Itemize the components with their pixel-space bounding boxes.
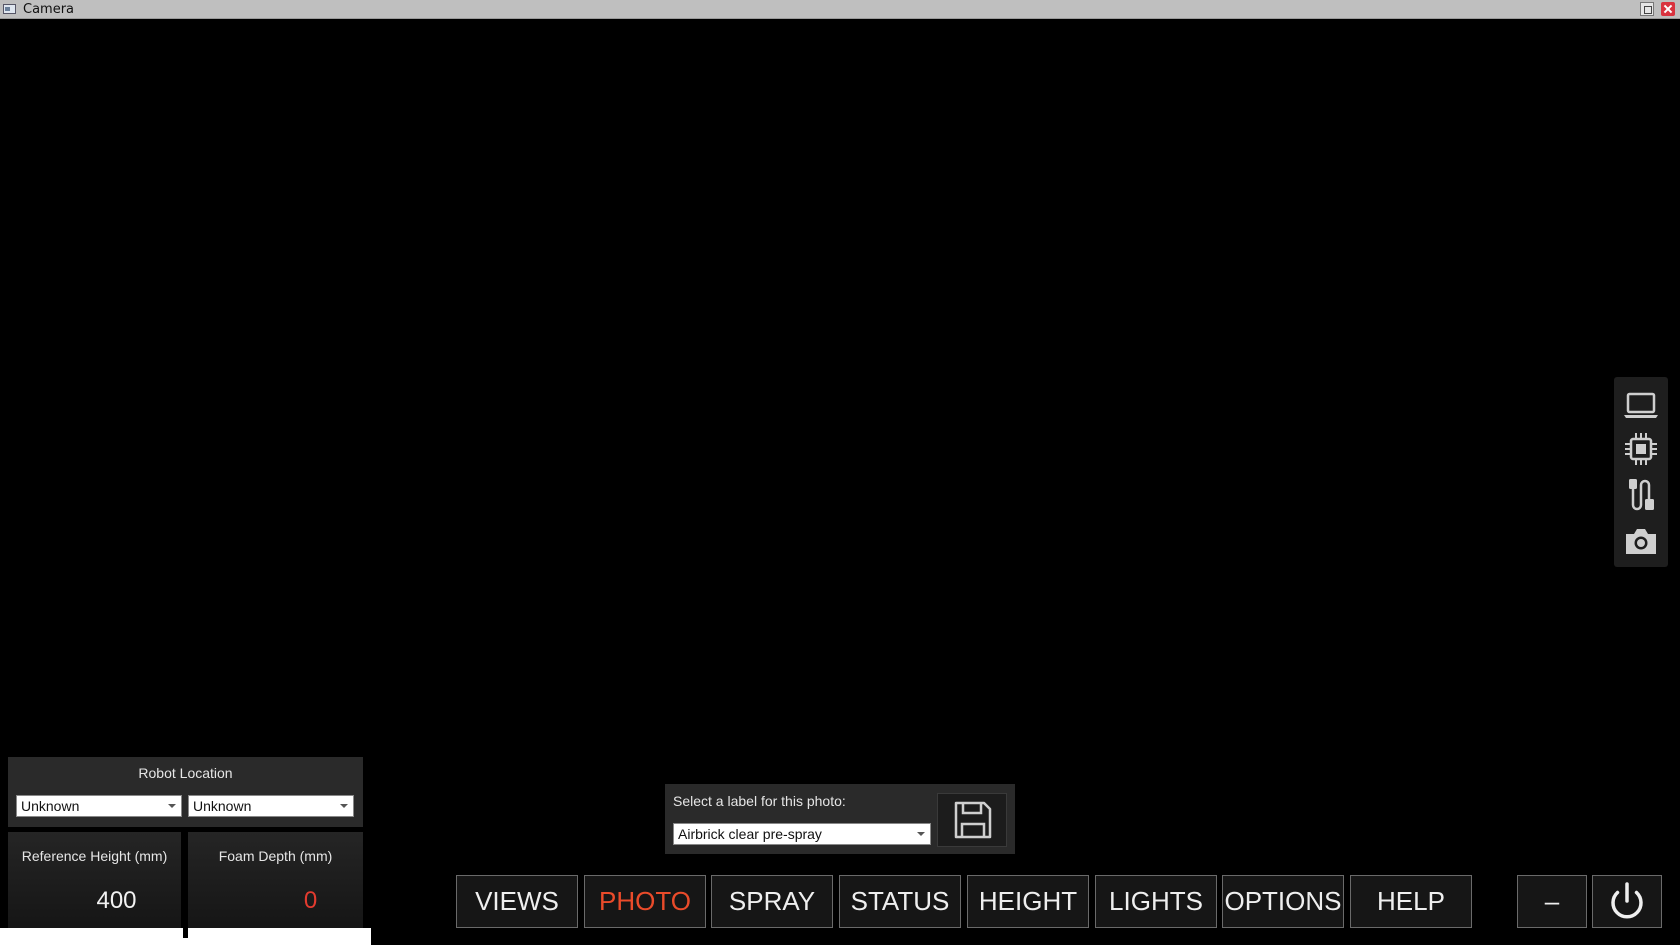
chevron-down-icon bbox=[917, 832, 925, 836]
robot-location-primary-select[interactable]: Unknown bbox=[16, 795, 182, 817]
robot-location-panel: Robot Location Unknown Unknown bbox=[8, 757, 363, 827]
title-bar: Camera bbox=[0, 0, 1680, 19]
reference-height-value: 400 bbox=[96, 887, 137, 914]
photo-label-select[interactable]: Airbrick clear pre-spray bbox=[673, 823, 931, 845]
nav-lights-button[interactable]: LIGHTS bbox=[1095, 875, 1217, 928]
chip-icon bbox=[1625, 433, 1657, 465]
nav-views-button[interactable]: VIEWS bbox=[456, 875, 578, 928]
nav-status-button[interactable]: STATUS bbox=[839, 875, 961, 928]
save-photo-button[interactable] bbox=[937, 793, 1007, 847]
nav-height-button[interactable]: HEIGHT bbox=[967, 875, 1089, 928]
chip-button[interactable] bbox=[1623, 431, 1659, 467]
cable-icon bbox=[1629, 479, 1654, 511]
robot-location-secondary-value: Unknown bbox=[193, 798, 252, 814]
nav-photo-button[interactable]: PHOTO bbox=[584, 875, 706, 928]
side-toolbar bbox=[1614, 377, 1668, 567]
camera-icon bbox=[1626, 529, 1656, 554]
power-icon bbox=[1611, 882, 1643, 919]
nav-spray-button[interactable]: SPRAY bbox=[711, 875, 833, 928]
app-icon bbox=[3, 4, 16, 14]
chevron-down-icon bbox=[340, 804, 348, 808]
robot-location-secondary-select[interactable]: Unknown bbox=[188, 795, 354, 817]
strip-divider bbox=[183, 928, 188, 938]
bottom-strip bbox=[0, 928, 371, 945]
reference-height-label: Reference Height (mm) bbox=[21, 848, 168, 864]
photo-label-selected: Airbrick clear pre-spray bbox=[678, 826, 822, 842]
laptop-button[interactable] bbox=[1623, 387, 1659, 423]
foam-depth-value: 0 bbox=[303, 887, 318, 914]
window-title: Camera bbox=[23, 2, 75, 17]
photo-label-prompt: Select a label for this photo: bbox=[673, 793, 846, 809]
close-button[interactable] bbox=[1661, 2, 1675, 16]
minimize-button[interactable]: – bbox=[1517, 875, 1587, 928]
robot-location-primary-value: Unknown bbox=[21, 798, 80, 814]
chevron-down-icon bbox=[168, 804, 176, 808]
camera-button[interactable] bbox=[1623, 523, 1659, 559]
foam-depth-label: Foam Depth (mm) bbox=[218, 848, 333, 864]
reference-height-panel: Reference Height (mm) 400 bbox=[8, 832, 181, 938]
power-button[interactable] bbox=[1592, 875, 1662, 928]
save-icon bbox=[954, 801, 992, 839]
nav-options-button[interactable]: OPTIONS bbox=[1222, 875, 1344, 928]
photo-label-panel: Select a label for this photo: Airbrick … bbox=[665, 784, 1015, 854]
cable-button[interactable] bbox=[1623, 477, 1659, 513]
nav-help-button[interactable]: HELP bbox=[1350, 875, 1472, 928]
laptop-icon bbox=[1624, 392, 1658, 418]
robot-location-header: Robot Location bbox=[138, 765, 233, 781]
restore-button[interactable] bbox=[1640, 2, 1654, 16]
foam-depth-panel: Foam Depth (mm) 0 bbox=[188, 832, 363, 938]
